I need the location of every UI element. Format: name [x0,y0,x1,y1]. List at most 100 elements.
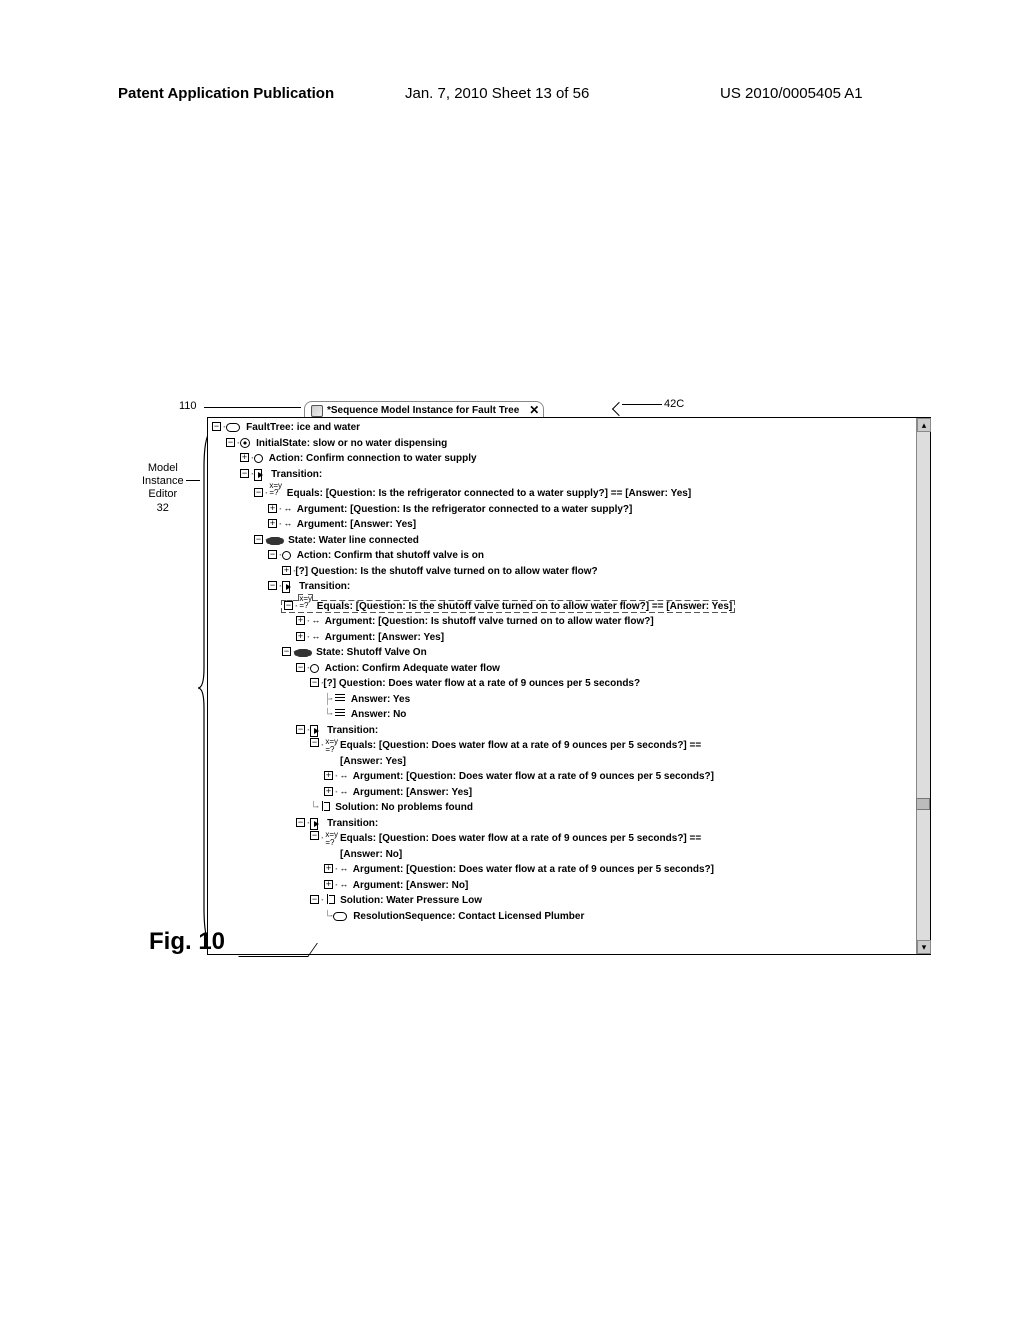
tree-node-argument[interactable]: +·↔ Argument: [Answer: No] [212,878,914,894]
argument-icon: ↔ [311,630,320,644]
node-label: InitialState: slow or no water dispensin… [256,438,447,449]
callout-110-leader [204,407,301,408]
equals-icon: x=y=? [325,831,338,862]
tree-node-equals[interactable]: −·x=y=? Equals: [Question: Is the refrig… [212,482,914,502]
collapse-toggle[interactable]: − [268,550,277,559]
argument-icon: ↔ [339,785,348,799]
tree-node-equals[interactable]: −·x=y=? Equals: [Question: Does water fl… [212,738,914,769]
mei-l4: 32 [157,502,169,514]
tree-node-solution[interactable]: └· Solution: No problems found [212,800,914,816]
editor-tab[interactable]: *Sequence Model Instance for Fault Tree … [304,401,544,417]
collapse-toggle[interactable]: − [254,535,263,544]
tree-node-action[interactable]: −· Action: Confirm that shutoff valve is… [212,548,914,564]
expand-toggle[interactable]: + [268,519,277,528]
mei-l2: Instance [142,475,184,487]
tree-node-action[interactable]: −· Action: Confirm Adequate water flow [212,661,914,677]
argument-icon: ↔ [283,517,292,531]
solution-icon [320,801,330,811]
tree-node-transition[interactable]: −· Transition: [212,723,914,739]
collapse-toggle[interactable]: − [254,488,263,497]
node-label: Argument: [Question: Is shutoff valve tu… [325,616,654,627]
expand-toggle[interactable]: + [240,453,249,462]
state-icon [296,649,310,657]
collapse-toggle[interactable]: − [226,438,235,447]
tree-node-action[interactable]: +· Action: Confirm connection to water s… [212,451,914,467]
tree-node-solution[interactable]: −· Solution: Water Pressure Low [212,893,914,909]
node-label: Argument: [Question: Does water flow at … [353,771,714,782]
expand-toggle[interactable]: + [268,504,277,513]
node-label-line2: [Answer: No] [340,849,402,860]
node-label: Equals: [Question: Is the refrigerator c… [287,488,691,499]
tree-node-argument[interactable]: +·↔ Argument: [Answer: Yes] [212,517,914,533]
argument-icon: ↔ [283,502,292,516]
tree-node-argument[interactable]: +·↔ Argument: [Question: Is shutoff valv… [212,614,914,630]
tree-node-argument[interactable]: +·↔ Argument: [Answer: Yes] [212,785,914,801]
expand-toggle[interactable]: + [296,616,305,625]
resolution-icon [333,912,347,921]
node-label: Solution: Water Pressure Low [340,895,482,906]
scroll-up-button[interactable]: ▴ [917,418,931,432]
argument-icon: ↔ [339,862,348,876]
tree-node-question[interactable]: −·[?] Question: Does water flow at a rat… [212,676,914,692]
tree-node-argument[interactable]: +·↔ Argument: [Question: Does water flow… [212,769,914,785]
tree-node-equals[interactable]: −·x=y=? Equals: [Question: Does water fl… [212,831,914,862]
collapse-toggle[interactable]: − [296,818,305,827]
tab-file-icon [311,405,323,417]
argument-icon: ↔ [339,769,348,783]
node-label: Argument: [Answer: Yes] [297,519,416,530]
tree-node-argument[interactable]: +·↔ Argument: [Question: Does water flow… [212,862,914,878]
tree-node-transition[interactable]: −· Transition: [212,816,914,832]
collapse-toggle[interactable]: − [212,422,221,431]
vertical-scrollbar[interactable]: ▴ ▾ [916,418,930,954]
collapse-toggle[interactable]: − [310,678,319,687]
tree-node-argument[interactable]: +·↔ Argument: [Question: Is the refriger… [212,502,914,518]
state-icon [268,537,282,545]
node-label: Transition: [327,725,378,736]
transition-icon [282,581,293,591]
action-icon [254,454,263,463]
scroll-down-button[interactable]: ▾ [917,940,931,954]
collapse-toggle[interactable]: − [296,725,305,734]
tree-node-faulttree[interactable]: −· FaultTree: ice and water [212,420,914,436]
tree-node-answer[interactable]: ├· Answer: Yes [212,692,914,708]
answer-icon [335,694,345,702]
faulttree-icon [226,423,240,432]
model-instance-editor: −· FaultTree: ice and water −· InitialSt… [207,417,931,955]
tree-node-answer[interactable]: └· Answer: No [212,707,914,723]
collapse-toggle[interactable]: − [310,738,319,747]
node-label: Answer: Yes [351,694,410,705]
tree-node-state[interactable]: −· State: Water line connected [212,533,914,549]
tree-node-initialstate[interactable]: −· InitialState: slow or no water dispen… [212,436,914,452]
collapse-toggle[interactable]: − [268,581,277,590]
tree-node-state[interactable]: −· State: Shutoff Valve On [212,645,914,661]
expand-toggle[interactable]: + [296,632,305,641]
action-icon [282,551,291,560]
collapse-toggle[interactable]: − [310,895,319,904]
collapse-toggle[interactable]: − [296,663,305,672]
scroll-handle[interactable] [916,798,930,810]
expand-toggle[interactable]: + [324,864,333,873]
node-label: Equals: [Question: Is the shutoff valve … [317,601,732,612]
expand-toggle[interactable]: + [282,566,291,575]
tab-close-icon[interactable]: ✕ [529,403,539,418]
collapse-toggle[interactable]: − [310,831,319,840]
tree-node-transition[interactable]: −· Transition: [212,579,914,595]
tree-node-argument[interactable]: +·↔ Argument: [Answer: Yes] [212,630,914,646]
tree-node-question[interactable]: +·[?] Question: Is the shutoff valve tur… [212,564,914,580]
header-date-sheet: Jan. 7, 2010 Sheet 13 of 56 [405,85,589,102]
expand-toggle[interactable]: + [324,880,333,889]
callout-42c-leader [622,404,662,405]
collapse-toggle[interactable]: − [282,647,291,656]
expand-toggle[interactable]: + [324,787,333,796]
tree-node-resolution[interactable]: └· ResolutionSequence: Contact Licensed … [212,909,914,925]
tree-node-equals-selected[interactable]: −·x=y=? Equals: [Question: Is the shutof… [212,595,914,615]
node-label: Argument: [Question: Does water flow at … [353,864,714,875]
mei-l1: Model [148,462,178,474]
collapse-toggle[interactable]: − [284,601,293,610]
node-label: Action: Confirm that shutoff valve is on [297,550,484,561]
node-label: Argument: [Answer: No] [353,880,469,891]
callout-42c: 42C [664,398,684,410]
tree-node-transition[interactable]: −· Transition: [212,467,914,483]
expand-toggle[interactable]: + [324,771,333,780]
collapse-toggle[interactable]: − [240,469,249,478]
